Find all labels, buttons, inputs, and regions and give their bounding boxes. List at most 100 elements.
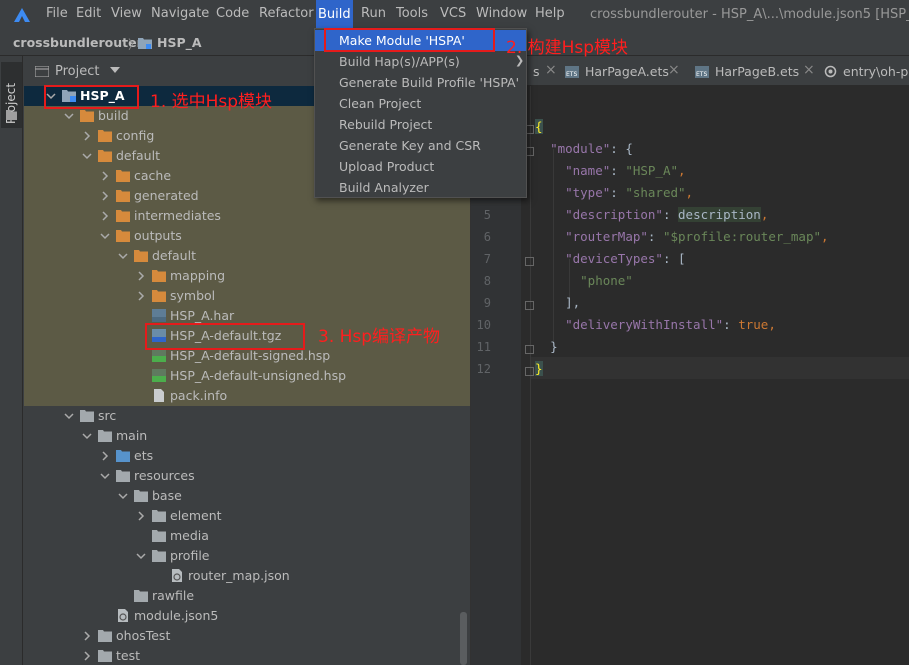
menu-bar: File Edit View Navigate Code Refactor Bu… (0, 0, 909, 30)
folder-icon (116, 210, 130, 222)
tree-item[interactable]: HSP_A-default-unsigned.hsp (24, 366, 470, 386)
code-line[interactable]: "routerMap": "$profile:router_map", (535, 229, 828, 244)
line-number: 9 (483, 296, 491, 310)
generate-build-profile-item[interactable]: Generate Build Profile 'HSPA' (315, 72, 526, 93)
code-line[interactable]: "name": "HSP_A", (535, 163, 686, 178)
chevron-down-icon[interactable] (64, 111, 74, 121)
tree-item[interactable]: pack.info (24, 386, 470, 406)
chevron-right-icon[interactable] (100, 451, 110, 461)
menu-help[interactable]: Help (535, 6, 565, 21)
chevron-right-icon[interactable] (136, 291, 146, 301)
chevron-right-icon[interactable] (82, 131, 92, 141)
tree-item-label: module.json5 (134, 608, 219, 623)
tree-item[interactable]: ohosTest (24, 626, 470, 646)
tab-close-icon[interactable]: × (545, 62, 557, 78)
chevron-right-icon[interactable] (100, 171, 110, 181)
tree-item[interactable]: intermediates (24, 206, 470, 226)
tree-item[interactable]: module.json5 (24, 606, 470, 626)
code-line[interactable]: "phone" (535, 273, 633, 288)
menu-tools[interactable]: Tools (396, 6, 428, 21)
tree-item[interactable]: profile (24, 546, 470, 566)
tree-item[interactable]: router_map.json (24, 566, 470, 586)
tree-item[interactable]: ets (24, 446, 470, 466)
chevron-down-icon[interactable] (64, 411, 74, 421)
editor-tab-partial[interactable]: s × (525, 56, 565, 86)
tab-close-icon[interactable]: × (668, 62, 680, 78)
tree-item-label: symbol (170, 288, 216, 303)
code-line[interactable]: "deviceTypes": [ (535, 251, 685, 266)
tree-item[interactable]: base (24, 486, 470, 506)
editor-tab-harpagea[interactable]: ETS HarPageA.ets × (565, 56, 685, 86)
fold-marker[interactable] (525, 367, 534, 376)
generate-key-csr-item[interactable]: Generate Key and CSR (315, 135, 526, 156)
breadcrumb-project[interactable]: crossbundlerouter (13, 35, 143, 50)
fold-marker[interactable] (525, 257, 534, 266)
tab-close-icon[interactable]: × (803, 62, 815, 78)
chevron-right-icon[interactable] (100, 191, 110, 201)
tab-label: entry\oh-pa (843, 64, 909, 79)
menu-build[interactable]: Build (316, 0, 353, 30)
tree-item[interactable]: test (24, 646, 470, 665)
tree-item[interactable]: default (24, 246, 470, 266)
tree-item[interactable]: main (24, 426, 470, 446)
project-panel-title[interactable]: Project (55, 64, 99, 79)
chevron-down-icon[interactable] (118, 251, 128, 261)
menu-code[interactable]: Code (216, 6, 249, 21)
editor-tab-harpageb[interactable]: ETS HarPageB.ets × (695, 56, 820, 86)
chevron-down-icon[interactable] (82, 151, 92, 161)
annotation-step3: 3. Hsp编译产物 (318, 327, 441, 347)
menu-vcs[interactable]: VCS (440, 6, 466, 21)
code-line[interactable]: "description": description, (535, 207, 768, 222)
tree-item[interactable]: media (24, 526, 470, 546)
menu-refactor[interactable]: Refactor (259, 6, 314, 21)
code-line[interactable]: "type": "shared", (535, 185, 693, 200)
rebuild-project-item[interactable]: Rebuild Project (315, 114, 526, 135)
tree-item[interactable]: rawfile (24, 586, 470, 606)
build-haps-item[interactable]: Build Hap(s)/APP(s) ❯ (315, 51, 526, 72)
chevron-down-icon[interactable] (136, 551, 146, 561)
code-line[interactable]: "deliveryWithInstall": true, (535, 317, 776, 332)
clean-project-item[interactable]: Clean Project (315, 93, 526, 114)
tree-item[interactable]: outputs (24, 226, 470, 246)
breadcrumb-module[interactable]: HSP_A (157, 35, 202, 50)
chevron-down-icon[interactable] (100, 231, 110, 241)
menu-file[interactable]: File (46, 6, 68, 21)
chevron-down-icon[interactable] (118, 491, 128, 501)
menu-run[interactable]: Run (361, 6, 386, 21)
tree-item[interactable]: element (24, 506, 470, 526)
menu-navigate[interactable]: Navigate (151, 6, 209, 21)
build-analyzer-item[interactable]: Build Analyzer (315, 177, 526, 198)
folder-icon (98, 130, 112, 142)
tree-item[interactable]: resources (24, 466, 470, 486)
tree-item[interactable]: mapping (24, 266, 470, 286)
tree-item[interactable]: symbol (24, 286, 470, 306)
app-logo-icon[interactable] (14, 8, 30, 22)
tool-window-strip: Project (0, 56, 23, 665)
code-line[interactable]: ], (535, 295, 580, 310)
menu-edit[interactable]: Edit (76, 6, 101, 21)
vertical-scrollbar[interactable] (460, 612, 467, 665)
tree-item[interactable]: src (24, 406, 470, 426)
chevron-right-icon[interactable] (82, 651, 92, 661)
chevron-down-icon[interactable] (82, 431, 92, 441)
folder-icon (152, 270, 166, 282)
code-punct: , (678, 163, 686, 178)
line-number: 8 (483, 274, 491, 288)
code-line[interactable]: } (535, 361, 543, 376)
fold-marker[interactable] (525, 301, 534, 310)
menu-window[interactable]: Window (476, 6, 527, 21)
fold-marker[interactable] (525, 345, 534, 354)
chevron-right-icon[interactable] (82, 631, 92, 641)
menu-view[interactable]: View (111, 6, 142, 21)
chevron-right-icon[interactable] (136, 511, 146, 521)
tree-item-label: cache (134, 168, 172, 183)
editor-tab-entry[interactable]: entry\oh-pa (824, 56, 909, 86)
chevron-right-icon[interactable] (100, 211, 110, 221)
upload-product-item[interactable]: Upload Product (315, 156, 526, 177)
code-line[interactable]: } (535, 339, 558, 354)
chevron-right-icon[interactable] (136, 271, 146, 281)
chevron-down-icon[interactable] (110, 66, 120, 74)
code-line[interactable]: "module": { (535, 141, 633, 156)
code-line[interactable]: { (535, 119, 543, 134)
chevron-down-icon[interactable] (100, 471, 110, 481)
